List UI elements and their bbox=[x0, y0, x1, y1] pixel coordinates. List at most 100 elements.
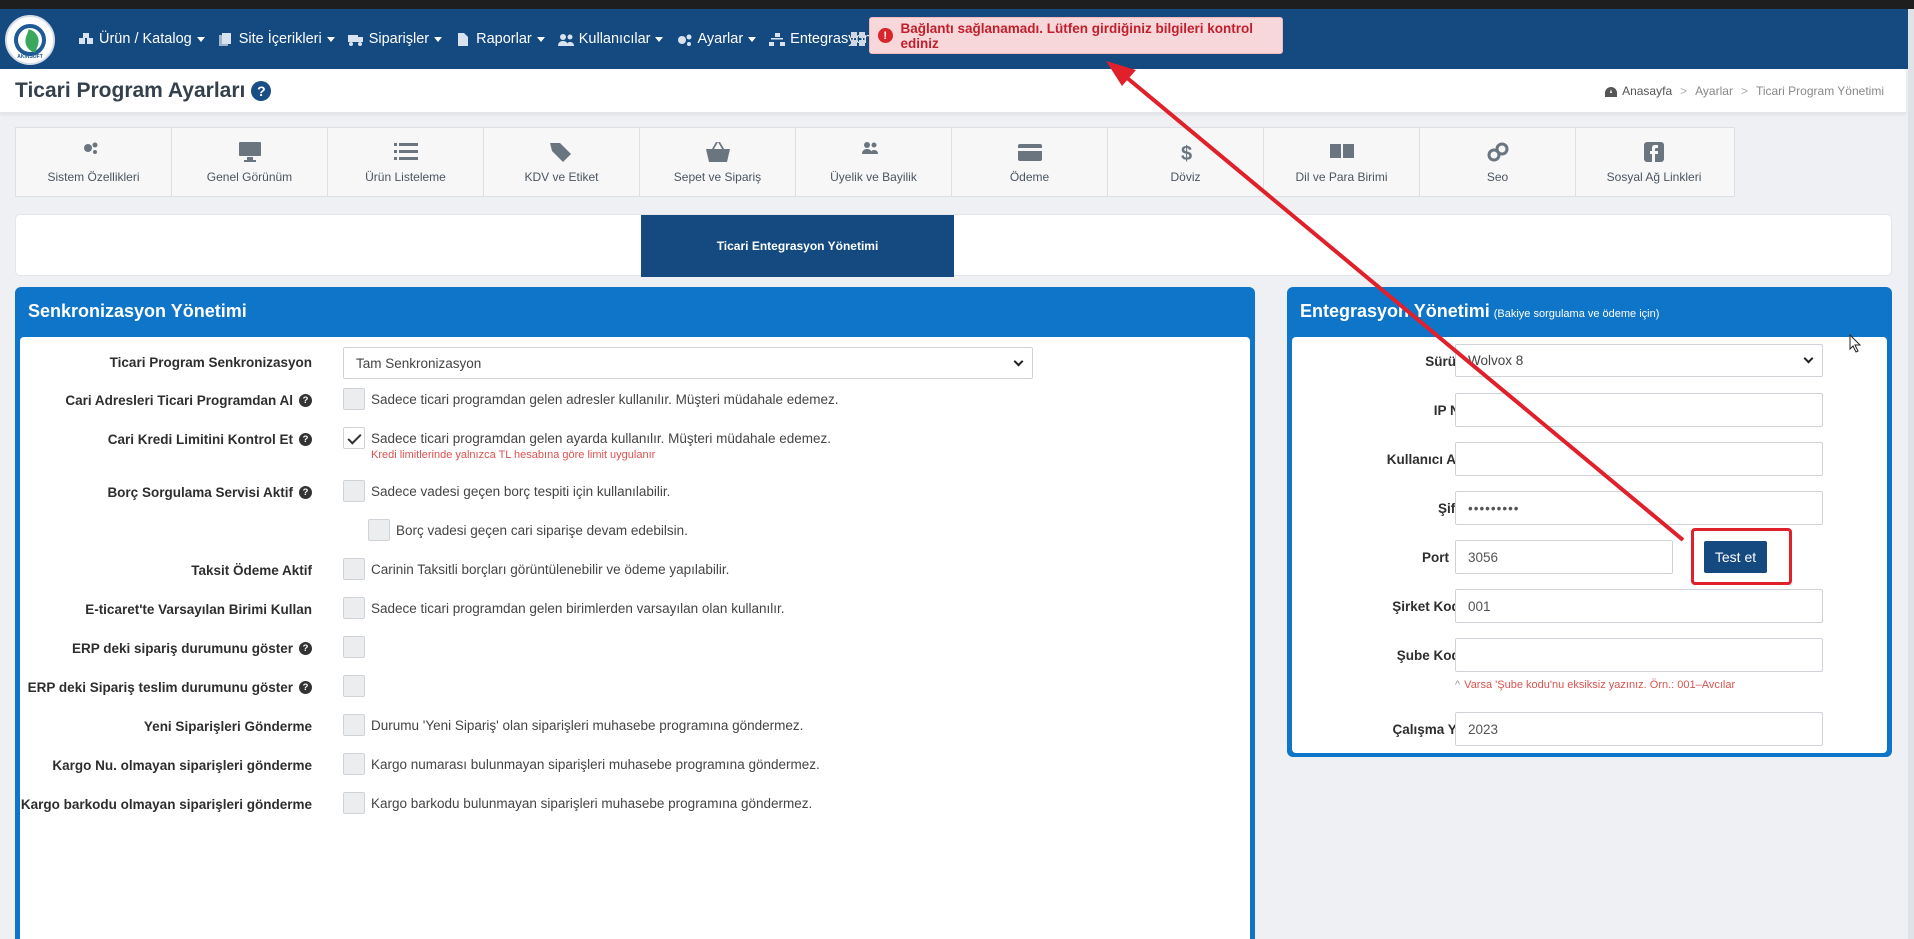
sync-setting-description: Sadece vadesi geçen borç tespiti için ku… bbox=[371, 484, 671, 499]
page-title: Ticari Program Ayarları ? bbox=[15, 79, 272, 103]
nav-item-4[interactable]: Kullanıcılar bbox=[557, 31, 664, 47]
question-circle-icon[interactable]: ? bbox=[299, 681, 312, 694]
error-alert: ! Bağlantı sağlanamadı. Lütfen girdiğini… bbox=[869, 17, 1283, 54]
page-title-text: Ticari Program Ayarları bbox=[15, 79, 246, 102]
settings-tab-label: Döviz bbox=[1170, 170, 1201, 184]
question-circle-icon[interactable]: ? bbox=[299, 394, 312, 407]
nav-item-0[interactable]: Ürün / Katalog bbox=[78, 31, 205, 47]
sync-setting-label-text: Kargo barkodu olmayan siparişleri gönder… bbox=[20, 797, 312, 812]
version-select[interactable]: Wolvox 8 bbox=[1455, 344, 1823, 377]
boxes-icon bbox=[78, 32, 94, 45]
sync-setting-label-text: E-ticaret'te Varsayılan Birimi Kullan bbox=[85, 602, 312, 617]
sync-mode-select[interactable]: Tam Senkronizasyon bbox=[343, 347, 1033, 379]
credit-card-icon bbox=[1017, 140, 1042, 164]
nav-item-3[interactable]: Raporlar bbox=[455, 31, 545, 47]
sync-setting-row: ERP deki sipariş durumunu göster? bbox=[20, 634, 1250, 664]
password-input[interactable]: ••••••••• bbox=[1455, 491, 1823, 525]
sync-setting-checkbox[interactable] bbox=[368, 519, 390, 541]
settings-tab-6[interactable]: Ödeme bbox=[952, 128, 1108, 196]
test-connection-button[interactable]: Test et bbox=[1704, 541, 1767, 573]
desktop-icon bbox=[238, 140, 262, 164]
sync-setting-label: Taksit Ödeme Aktif bbox=[191, 563, 312, 578]
sync-mode-value: Tam Senkronizasyon bbox=[356, 356, 482, 371]
sync-setting-checkbox[interactable] bbox=[343, 480, 365, 502]
branch-code-note-text: Varsa 'Şube kodu'nu eksiksiz yazınız. Ör… bbox=[1464, 679, 1736, 691]
integration-title-text: Entegrasyon Yönetimi bbox=[1300, 301, 1490, 321]
settings-tab-label: Ürün Listeleme bbox=[365, 170, 446, 184]
subtab-bar: Ticari Entegrasyon Yönetimi bbox=[15, 214, 1892, 277]
settings-tab-4[interactable]: Sepet ve Sipariş bbox=[640, 128, 796, 196]
ip-input[interactable] bbox=[1455, 393, 1823, 427]
branch-code-input[interactable] bbox=[1455, 638, 1823, 672]
caret-down-icon bbox=[326, 36, 335, 42]
sync-setting-checkbox[interactable] bbox=[343, 427, 365, 449]
nav-item-label: Raporlar bbox=[476, 31, 532, 47]
work-year-input[interactable]: 2023 bbox=[1455, 712, 1823, 746]
sync-setting-checkbox[interactable] bbox=[343, 388, 365, 410]
chevron-down-icon bbox=[1803, 353, 1814, 364]
question-circle-icon[interactable]: ? bbox=[299, 486, 312, 499]
basket-icon bbox=[705, 140, 730, 164]
sync-setting-row: Borç vadesi geçen cari siparişe devam ed… bbox=[20, 517, 1250, 547]
sync-setting-label: Cari Adresleri Ticari Programdan Al? bbox=[65, 393, 312, 408]
nav-item-2[interactable]: Siparişler bbox=[347, 31, 443, 47]
settings-tab-9[interactable]: Seo bbox=[1420, 128, 1576, 196]
caret-down-icon bbox=[196, 36, 205, 42]
settings-tab-0[interactable]: Sistem Özellikleri bbox=[16, 128, 172, 196]
sync-setting-label: ERP deki sipariş durumunu göster? bbox=[72, 641, 312, 656]
sync-setting-label-text: Cari Kredi Limitini Kontrol Et bbox=[107, 432, 293, 447]
breadcrumb-current: Ticari Program Yönetimi bbox=[1755, 84, 1884, 98]
nav-item-1[interactable]: Site İçerikleri bbox=[218, 31, 335, 47]
settings-tab-8[interactable]: Dil ve Para Birimi bbox=[1264, 128, 1420, 196]
sync-panel-body: Ticari Program Senkronizasyon Tam Senkro… bbox=[20, 337, 1250, 939]
sync-setting-row: Kargo barkodu olmayan siparişleri gönder… bbox=[20, 790, 1250, 820]
port-input[interactable]: 3056 bbox=[1455, 540, 1673, 574]
company-code-input[interactable]: 001 bbox=[1455, 589, 1823, 623]
settings-tab-label: Dil ve Para Birimi bbox=[1295, 170, 1388, 184]
settings-tab-5[interactable]: Üyelik ve Bayilik bbox=[796, 128, 952, 196]
sync-setting-checkbox[interactable] bbox=[343, 675, 365, 697]
sync-setting-checkbox[interactable] bbox=[343, 636, 365, 658]
settings-tab-3[interactable]: KDV ve Etiket bbox=[484, 128, 640, 196]
username-input[interactable] bbox=[1455, 442, 1823, 476]
sync-setting-description: Durumu 'Yeni Sipariş' olan siparişleri m… bbox=[371, 718, 804, 733]
settings-tab-2[interactable]: Ürün Listeleme bbox=[328, 128, 484, 196]
sync-setting-checkbox[interactable] bbox=[343, 792, 365, 814]
grid-icon[interactable] bbox=[851, 32, 865, 46]
settings-tab-1[interactable]: Genel Görünüm bbox=[172, 128, 328, 196]
sync-setting-checkbox[interactable] bbox=[343, 753, 365, 775]
breadcrumb-home[interactable]: Anasayfa bbox=[1622, 84, 1672, 98]
integration-panel-title: Entegrasyon Yönetimi (Bakiye sorgulama ve… bbox=[1300, 301, 1659, 322]
tab-ticari-entegrasyon[interactable]: Ticari Entegrasyon Yönetimi bbox=[641, 215, 954, 277]
settings-tab-label: Seo bbox=[1486, 170, 1509, 184]
caret-down-icon bbox=[434, 36, 443, 42]
sync-setting-label-text: Borç Sorgulama Servisi Aktif bbox=[107, 485, 293, 500]
sync-setting-checkbox[interactable] bbox=[343, 597, 365, 619]
sync-setting-label: Kargo barkodu olmayan siparişleri gönder… bbox=[21, 797, 312, 812]
settings-tab-label: Sosyal Ağ Linkleri bbox=[1606, 170, 1702, 184]
question-circle-icon[interactable]: ? bbox=[299, 642, 312, 655]
brand-logo[interactable]: AKINSOFT bbox=[5, 15, 55, 65]
breadcrumb-settings[interactable]: Ayarlar bbox=[1695, 84, 1733, 98]
sync-setting-checkbox[interactable] bbox=[343, 714, 365, 736]
settings-tab-7[interactable]: $ Döviz bbox=[1108, 128, 1264, 196]
caret-down-icon bbox=[748, 36, 757, 42]
question-circle-icon[interactable]: ? bbox=[251, 81, 272, 101]
nav-item-label: Kullanıcılar bbox=[578, 31, 651, 47]
mouse-cursor-icon bbox=[1849, 334, 1862, 353]
settings-tab-label: Ödeme bbox=[1009, 170, 1050, 184]
link-icon bbox=[1486, 140, 1510, 164]
sync-setting-label-text: Kargo Nu. olmayan siparişleri gönderme bbox=[52, 758, 312, 773]
caret-down-icon bbox=[536, 36, 545, 42]
window-top-strip bbox=[0, 0, 1914, 9]
sync-setting-description: Kargo numarası bulunmayan siparişleri mu… bbox=[371, 757, 820, 772]
settings-tab-10[interactable]: Sosyal Ağ Linkleri bbox=[1576, 128, 1732, 196]
sync-setting-row: Kargo Nu. olmayan siparişleri gönderme Ka… bbox=[20, 751, 1250, 781]
sync-setting-description: Carinin Taksitli borçları görüntülenebil… bbox=[371, 562, 730, 577]
nav-item-5[interactable]: Ayarlar bbox=[676, 31, 757, 47]
question-circle-icon[interactable]: ? bbox=[299, 433, 312, 446]
scrollbar[interactable] bbox=[1908, 69, 1914, 939]
sync-setting-label: Borç Sorgulama Servisi Aktif? bbox=[107, 485, 312, 500]
nav-item-label: Ayarlar bbox=[697, 31, 744, 47]
sync-setting-checkbox[interactable] bbox=[343, 558, 365, 580]
